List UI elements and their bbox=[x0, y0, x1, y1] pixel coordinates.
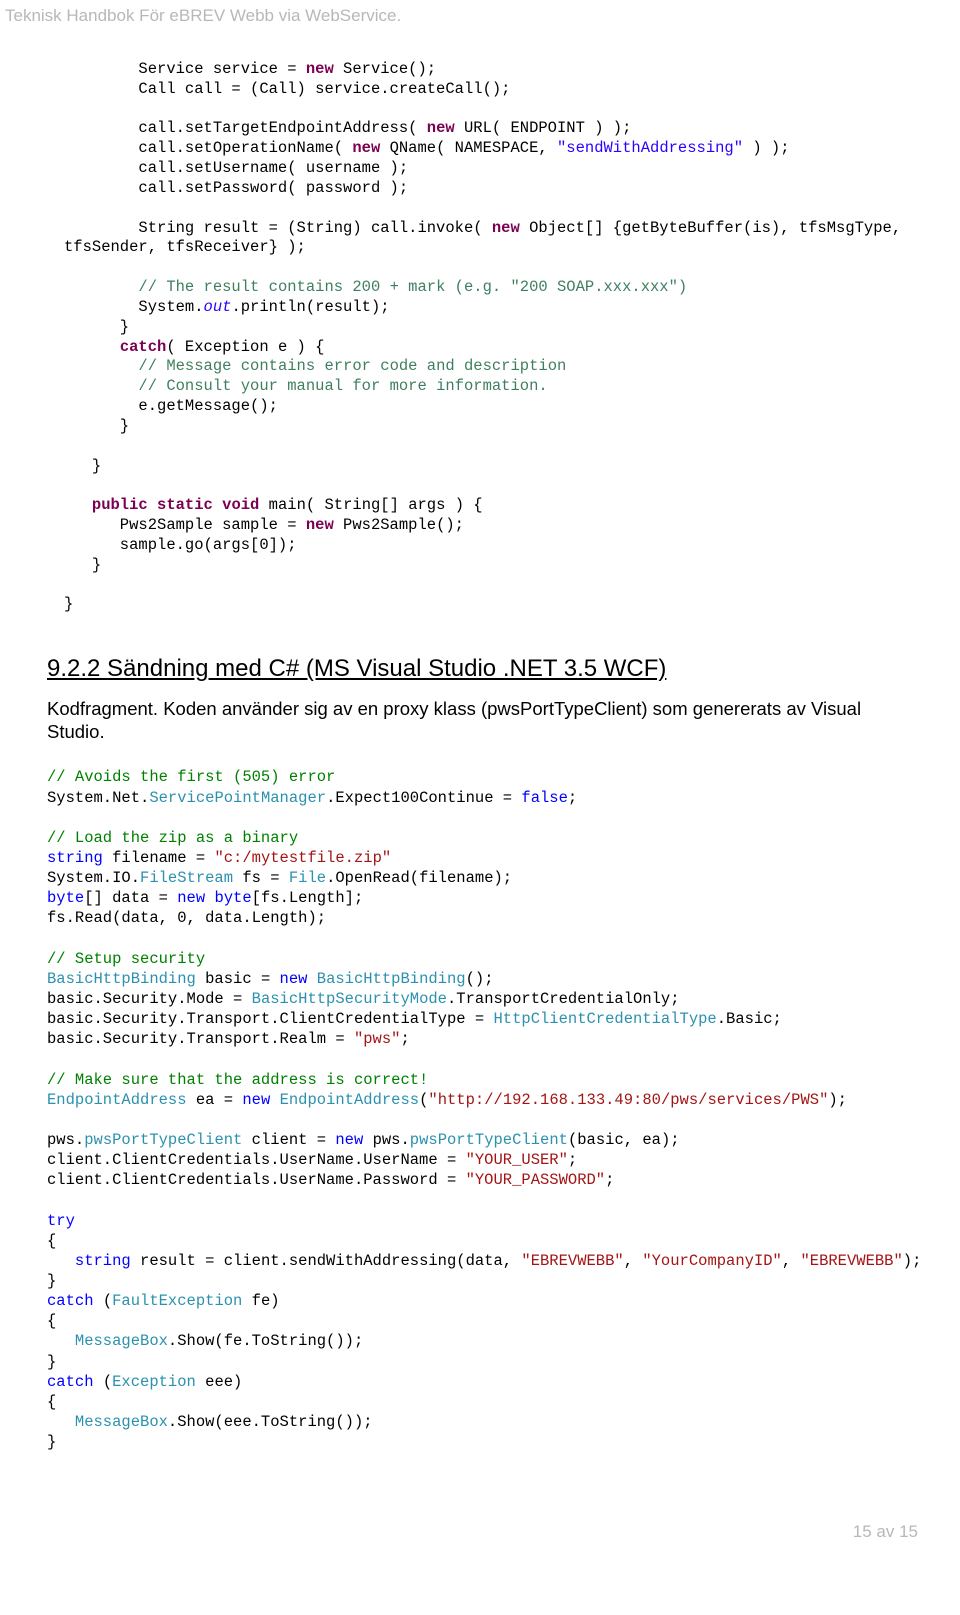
page-number: 15 av 15 bbox=[5, 1522, 918, 1542]
csharp-code-block: // Avoids the first (505) error System.N… bbox=[47, 767, 960, 1452]
section-heading: 9.2.2 Sändning med C# (MS Visual Studio … bbox=[47, 655, 960, 683]
java-code-block: Service service = new Service(); Call ca… bbox=[64, 60, 960, 615]
page-header: Teknisk Handbok För eBREV Webb via WebSe… bbox=[5, 6, 960, 26]
section-paragraph: Kodfragment. Koden använder sig av en pr… bbox=[47, 697, 918, 743]
